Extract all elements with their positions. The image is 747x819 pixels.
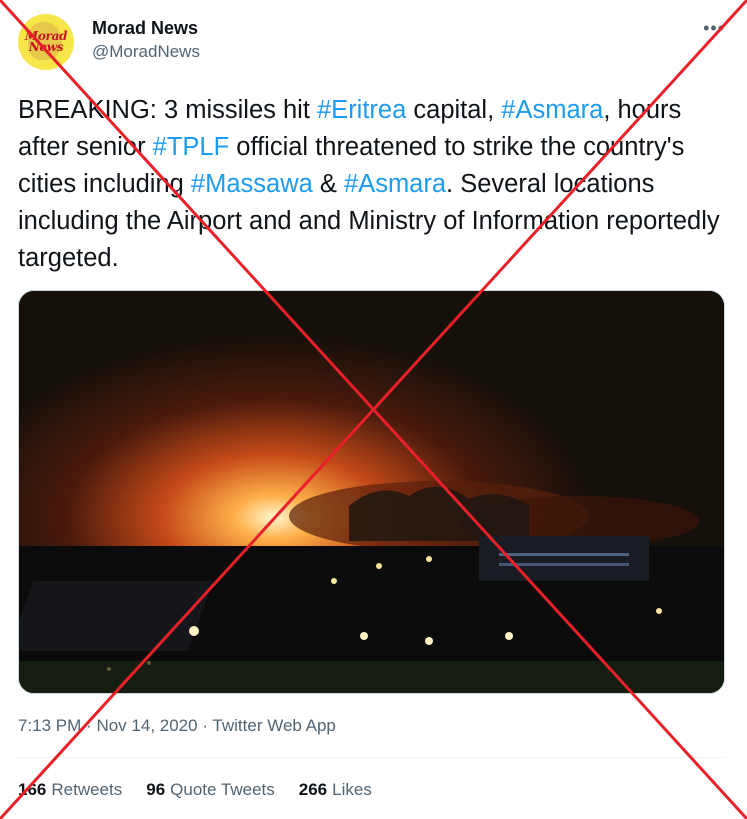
fire-night-scene bbox=[19, 291, 724, 693]
hashtag-link[interactable]: #Asmara bbox=[501, 96, 603, 124]
hashtag-link[interactable]: #Eritrea bbox=[317, 96, 406, 124]
meta-separator: · bbox=[86, 716, 92, 735]
meta-separator: · bbox=[202, 716, 208, 735]
hashtag-link[interactable]: #TPLF bbox=[153, 133, 230, 161]
hashtag-link[interactable]: #Massawa bbox=[191, 170, 313, 198]
hashtag-link[interactable]: #Asmara bbox=[344, 170, 446, 198]
tweet-text-segment: & bbox=[312, 170, 344, 198]
tweet-photo[interactable] bbox=[18, 290, 725, 694]
tweet-stats: 166 Retweets 96 Quote Tweets 266 Likes bbox=[18, 780, 372, 800]
tweet-date[interactable]: Nov 14, 2020 bbox=[96, 716, 197, 735]
tweet-text: BREAKING: 3 missiles hit #Eritrea capita… bbox=[18, 92, 730, 277]
avatar-logo: Morad News bbox=[24, 29, 68, 54]
tweet-source[interactable]: Twitter Web App bbox=[212, 716, 335, 735]
more-horizontal-icon[interactable]: ••• bbox=[703, 18, 725, 39]
tweet-time[interactable]: 7:13 PM bbox=[18, 716, 81, 735]
author-handle[interactable]: @MoradNews bbox=[92, 42, 200, 62]
retweets-stat[interactable]: 166 Retweets bbox=[18, 780, 122, 800]
tweet-meta: 7:13 PM · Nov 14, 2020 · Twitter Web App bbox=[18, 716, 336, 736]
avatar[interactable]: Morad News bbox=[18, 14, 74, 70]
tweet-text-segment: BREAKING: 3 missiles hit bbox=[18, 96, 317, 124]
quote-tweets-stat[interactable]: 96 Quote Tweets bbox=[146, 780, 275, 800]
author-name[interactable]: Morad News bbox=[92, 18, 198, 39]
likes-stat[interactable]: 266 Likes bbox=[299, 780, 372, 800]
tweet-text-segment: capital, bbox=[406, 96, 502, 124]
divider bbox=[18, 757, 725, 758]
